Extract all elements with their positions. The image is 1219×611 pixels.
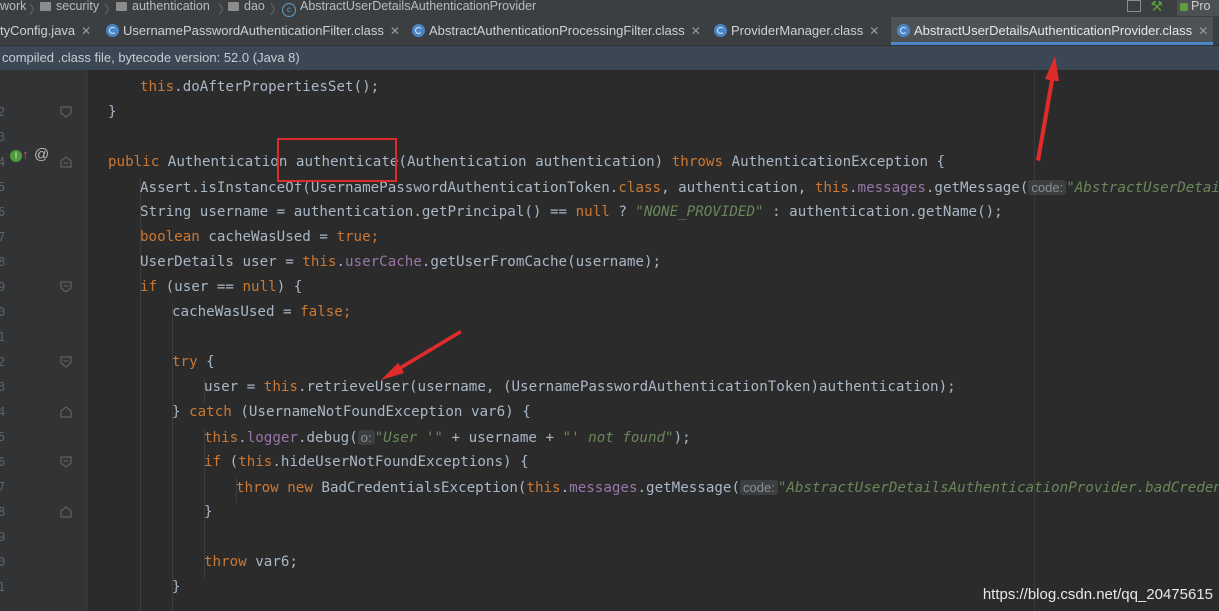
watermark: https://blog.csdn.net/qq_20475615	[982, 586, 1213, 603]
annotation-arrow-left	[381, 330, 462, 380]
annotation-arrows	[381, 56, 1059, 380]
annotation-arrow-up	[1036, 56, 1059, 161]
